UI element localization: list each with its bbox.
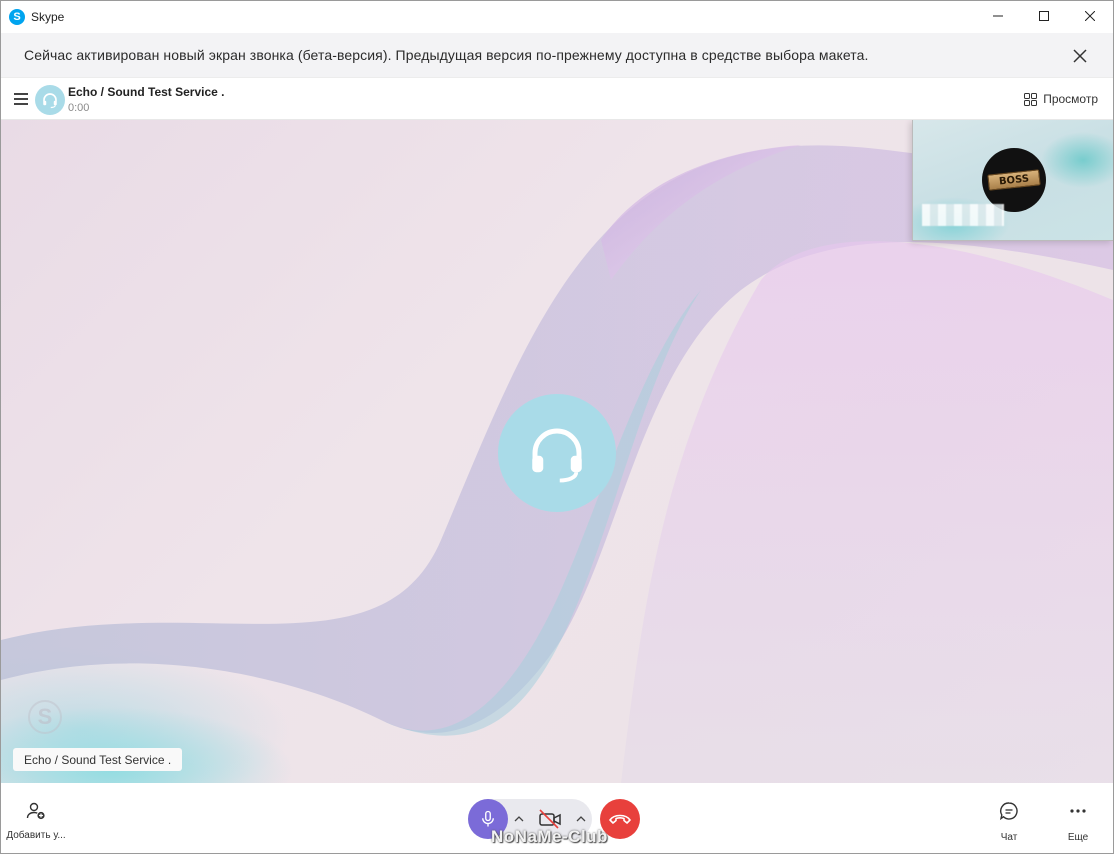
minimize-button[interactable] (975, 1, 1021, 31)
banner-close-button[interactable] (1069, 45, 1091, 67)
call-header: Echo / Sound Test Service . 0:00 Просмот… (1, 79, 1113, 120)
maximize-icon (1039, 11, 1049, 21)
close-button[interactable] (1067, 1, 1113, 31)
view-label: Просмотр (1043, 92, 1098, 106)
beta-banner: Сейчас активирован новый экран звонка (б… (1, 33, 1113, 78)
chevron-up-icon (576, 816, 586, 822)
hang-up-icon (609, 814, 631, 824)
minimize-icon (993, 15, 1003, 17)
title-bar: S Skype (1, 1, 1113, 33)
contact-name: Echo / Sound Test Service . (68, 85, 225, 99)
skype-window: S Skype Сейчас активирован новый экран з… (0, 0, 1114, 854)
chat-bubble-icon (999, 802, 1018, 821)
menu-icon[interactable] (14, 93, 28, 105)
window-controls (975, 1, 1113, 33)
close-icon (1073, 49, 1087, 63)
close-icon (1085, 11, 1095, 21)
headset-icon (532, 428, 582, 483)
call-controls-bar: Добавить у... NoNaMe-Club Чат Еще (1, 783, 1113, 853)
headset-icon (43, 93, 57, 109)
chevron-up-icon (514, 816, 524, 822)
overlay-watermark-text: NoNaMe-Club (491, 827, 608, 846)
avatar-image-text: BOSS (987, 169, 1041, 191)
grid-icon (1024, 92, 1038, 106)
chat-label: Чат (1000, 832, 1018, 843)
view-button[interactable]: Просмотр (1024, 92, 1098, 106)
self-avatar: BOSS (982, 148, 1046, 212)
self-view-tile[interactable]: BOSS (912, 120, 1113, 241)
avatar[interactable] (35, 85, 65, 115)
call-duration: 0:00 (68, 102, 90, 114)
banner-text: Сейчас активирован новый экран звонка (б… (24, 47, 869, 63)
participant-avatar (498, 394, 616, 512)
more-label: Еще (1067, 832, 1089, 843)
chat-button[interactable]: Чат (989, 801, 1029, 843)
participant-name-tag: Echo / Sound Test Service . (13, 748, 183, 771)
add-person-icon (26, 802, 45, 820)
skype-logo-icon: S (9, 9, 25, 25)
more-button[interactable]: Еще (1058, 801, 1098, 843)
more-dots-icon (1070, 809, 1086, 813)
add-user-button[interactable]: Добавить у... (1, 801, 71, 841)
add-user-label: Добавить у... (6, 830, 66, 841)
skype-watermark-icon: S (28, 700, 62, 734)
self-name-blurred (922, 204, 1004, 226)
camera-off-icon (539, 809, 561, 829)
window-title: Skype (31, 10, 65, 24)
call-stage: S Echo / Sound Test Service . BOSS (1, 120, 1113, 783)
microphone-icon (482, 810, 494, 827)
maximize-button[interactable] (1021, 1, 1067, 31)
